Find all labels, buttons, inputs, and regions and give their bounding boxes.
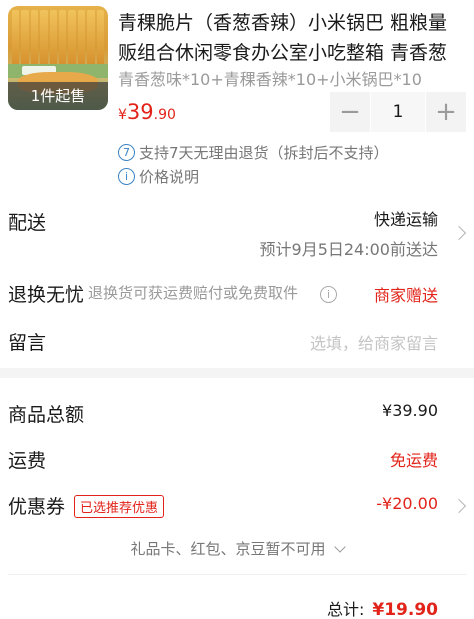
subtotal-label: 商品总额: [8, 404, 85, 426]
order-total: 总计: ¥19.90: [327, 596, 438, 619]
return-policy-icon: 7: [118, 144, 135, 161]
subtotal-value: ¥39.90: [382, 401, 438, 420]
section-divider: [0, 368, 474, 378]
total-value: ¥19.90: [372, 600, 438, 619]
freight-label: 运费: [8, 450, 47, 472]
chevron-right-icon: [451, 498, 467, 514]
returns-description: 退换货可获运费赔付或免费取件: [88, 284, 299, 302]
message-label: 留言: [8, 332, 47, 354]
divider-line: [8, 574, 466, 575]
freight-value: 免运费: [389, 451, 438, 470]
coupon-badge: 已选推荐优惠: [74, 495, 165, 518]
price-explanation-link[interactable]: i 价格说明: [118, 166, 199, 187]
gift-card-toggle[interactable]: 礼品卡、红包、京豆暂不可用: [0, 538, 474, 559]
price-symbol: ¥: [118, 107, 127, 123]
product-thumbnail[interactable]: 1件起售: [8, 6, 108, 110]
chevron-down-icon: [333, 541, 346, 553]
thumbnail-image: [12, 10, 105, 66]
shipping-method: 快递运输: [373, 210, 438, 229]
quantity-stepper: − 1 +: [330, 92, 466, 132]
product-spec[interactable]: 青香葱味*10+青稞香辣*10+小米锅巴*10: [118, 66, 422, 90]
price-integer: 39: [126, 100, 154, 124]
product-section: 1件起售 青稞脆片（香葱香辣）小米锅巴 粗粮量贩组合休闲零食办公室小吃整箱 青香…: [0, 0, 474, 196]
quantity-input[interactable]: 1: [371, 92, 425, 132]
shipping-label: 配送: [8, 212, 47, 234]
returns-value: 商家赠送: [373, 286, 438, 305]
info-icon: i: [320, 286, 337, 303]
returns-label: 退换无忧: [8, 284, 85, 306]
coupon-label: 优惠券: [8, 496, 66, 518]
chevron-right-icon: [451, 225, 467, 241]
gift-card-note: 礼品卡、红包、京豆暂不可用: [130, 540, 326, 558]
return-policy-text: 支持7天无理由退货（拆封后不支持）: [139, 144, 389, 162]
min-order-overlay: 1件起售: [8, 82, 108, 110]
product-title[interactable]: 青稞脆片（香葱香辣）小米锅巴 粗粮量贩组合休闲零食办公室小吃整箱 青香葱味…: [118, 8, 466, 68]
message-input[interactable]: 选填，给商家留言: [310, 330, 438, 354]
returns-info-button[interactable]: i: [320, 283, 337, 303]
return-policy-note[interactable]: 7 支持7天无理由退货（拆封后不支持）: [118, 142, 389, 163]
shipping-eta: 预计9月5日24:00前送达: [259, 240, 438, 259]
coupon-value: -¥20.00: [376, 494, 438, 513]
price-explanation-text: 价格说明: [139, 168, 200, 186]
total-label: 总计:: [326, 600, 365, 619]
product-price: ¥39.90: [118, 100, 176, 124]
minus-icon[interactable]: −: [330, 92, 370, 132]
info-icon: i: [118, 168, 135, 185]
price-decimal: .90: [153, 107, 176, 123]
plus-icon[interactable]: +: [426, 92, 466, 132]
